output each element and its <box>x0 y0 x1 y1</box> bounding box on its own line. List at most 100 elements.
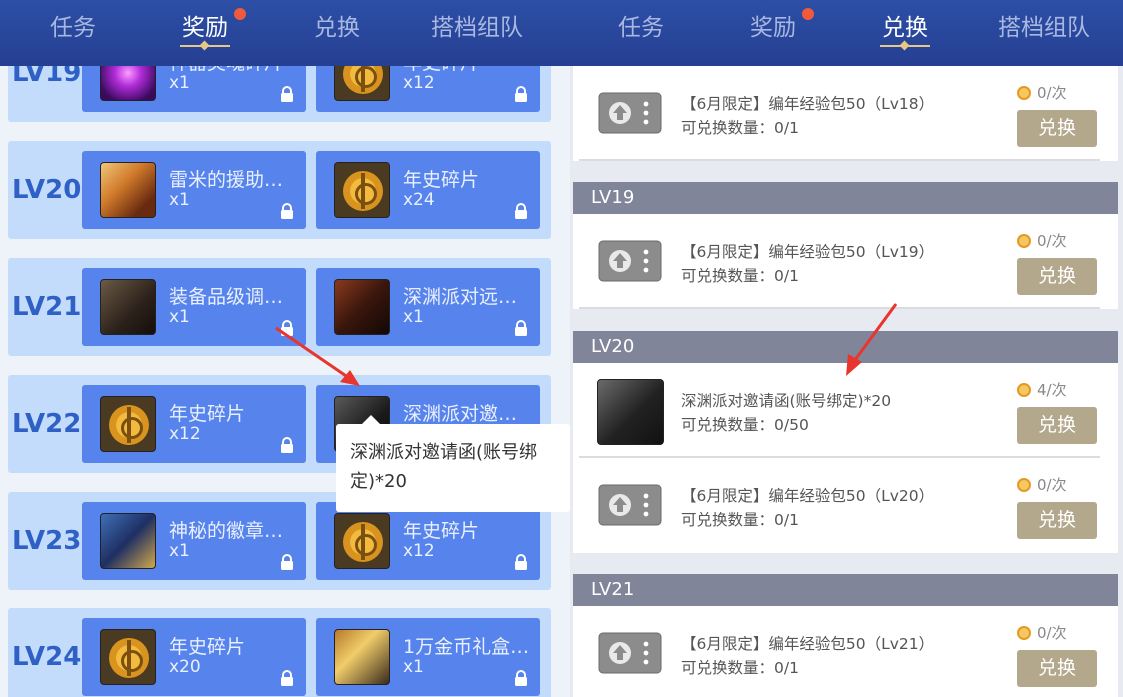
tab-tasks[interactable]: 任务 <box>616 8 666 42</box>
section-header: LV21 <box>573 574 1118 606</box>
reward-qty: x1 <box>169 73 190 93</box>
treasure-chest-icon <box>334 629 390 685</box>
coin-icon <box>100 629 156 685</box>
lock-icon <box>515 554 527 570</box>
exp-ticket-icon <box>598 632 662 674</box>
level-label: LV21 <box>12 292 82 322</box>
level-label: LV24 <box>12 642 82 672</box>
exchange-button[interactable]: 兑换 <box>1017 650 1097 687</box>
level-label: LV23 <box>12 526 82 556</box>
reward-qty: x12 <box>403 73 435 93</box>
coin-icon <box>1017 86 1031 100</box>
exp-ticket-icon <box>598 240 662 282</box>
top-nav: 任务 奖励 兑换 搭档组队 <box>0 0 570 66</box>
reward-qty: x1 <box>169 307 190 327</box>
badge-box-icon <box>100 513 156 569</box>
coin-icon <box>1017 478 1031 492</box>
reward-qty: x1 <box>403 307 424 327</box>
lock-icon <box>515 320 527 336</box>
exchange-limit: 可兑换数量：0/1 <box>681 267 799 285</box>
exchange-item-title: 【6月限定】编年经验包50（Lv20） <box>681 487 935 505</box>
hand-icon <box>100 162 156 218</box>
coin-icon <box>334 162 390 218</box>
exchange-limit: 可兑换数量：0/1 <box>681 511 799 529</box>
exchange-button[interactable]: 兑换 <box>1017 110 1097 147</box>
reward-card[interactable]: 雷米的援助礼盒 x1 <box>82 151 306 229</box>
exchange-list: 深渊派对邀请函(账号绑定)*20 可兑换数量：0/50 4/次 兑换 【6月限定… <box>573 363 1118 553</box>
exchange-button[interactable]: 兑换 <box>1017 502 1097 539</box>
tab-exchange[interactable]: 兑换 <box>312 8 362 42</box>
reward-name: 年史碎片 <box>169 636 246 658</box>
section-header: LV19 <box>573 182 1118 214</box>
lock-icon <box>281 203 293 219</box>
exchange-item: 【6月限定】编年经验包50（Lv20） 可兑换数量：0/1 0/次 兑换 <box>573 458 1118 553</box>
reward-name: 装备品级调整箱 <box>169 286 299 308</box>
exchange-button[interactable]: 兑换 <box>1017 258 1097 295</box>
exchange-cost: 0/次 <box>1017 622 1067 643</box>
reward-card[interactable]: 神秘的徽章礼盒 x1 <box>82 502 306 580</box>
reward-qty: x1 <box>403 657 424 677</box>
exchange-cost: 4/次 <box>1017 379 1067 400</box>
notification-badge <box>802 8 814 20</box>
reward-name: 深渊派对邀请函 <box>403 403 533 425</box>
cost-value: 0/次 <box>1037 84 1067 102</box>
reward-card[interactable]: 年史碎片 x12 <box>316 502 540 580</box>
exchange-item-title: 【6月限定】编年经验包50（Lv21） <box>681 635 935 653</box>
exchange-item: 【6月限定】编年经验包50（Lv21） 可兑换数量：0/1 0/次 兑换 <box>573 606 1118 697</box>
level-label: LV20 <box>12 175 82 205</box>
lock-icon <box>281 670 293 686</box>
active-tab-indicator <box>180 45 230 47</box>
coin-icon <box>100 396 156 452</box>
exchange-button[interactable]: 兑换 <box>1017 407 1097 444</box>
reward-card[interactable]: 年史碎片 x12 <box>82 385 306 463</box>
tab-rewards[interactable]: 奖励 <box>748 8 798 42</box>
reward-card[interactable]: 年史碎片 x20 <box>82 618 306 696</box>
divider <box>579 159 1100 161</box>
exchange-limit: 可兑换数量：0/1 <box>681 119 799 137</box>
exp-ticket-icon <box>598 484 662 526</box>
top-nav: 任务 奖励 兑换 搭档组队 <box>570 0 1123 66</box>
rewards-panel: 任务 奖励 兑换 搭档组队 LV19 神器灵魂碎片 x1 年史碎片 x12 LV… <box>0 0 570 697</box>
reward-name: 年史碎片 <box>403 169 480 191</box>
level-row: LV24 年史碎片 x20 1万金币礼盒（可交易） x1 <box>8 608 551 697</box>
tab-partner-team[interactable]: 搭档组队 <box>997 8 1091 42</box>
exchange-panel: 任务 奖励 兑换 搭档组队 【6月限定】编年经验包50（Lv18） 可兑换数量：… <box>570 0 1123 697</box>
coin-icon <box>1017 383 1031 397</box>
reward-qty: x20 <box>169 657 201 677</box>
cube-icon <box>100 279 156 335</box>
exchange-item-title: 深渊派对邀请函(账号绑定)*20 <box>681 392 892 410</box>
exchange-limit: 可兑换数量：0/50 <box>681 416 809 434</box>
reward-qty: x24 <box>403 190 435 210</box>
tab-exchange[interactable]: 兑换 <box>880 8 930 42</box>
tab-rewards[interactable]: 奖励 <box>180 8 230 42</box>
exchange-cost: 0/次 <box>1017 230 1067 251</box>
tab-partner-team[interactable]: 搭档组队 <box>430 8 524 42</box>
reward-tooltip: 深渊派对邀请函(账号绑定)*20 <box>336 415 570 512</box>
coin-icon <box>1017 626 1031 640</box>
exchange-list: 【6月限定】编年经验包50（Lv21） 可兑换数量：0/1 0/次 兑换 <box>573 606 1118 697</box>
lock-icon <box>281 86 293 102</box>
reward-qty: x12 <box>403 541 435 561</box>
tab-tasks[interactable]: 任务 <box>48 8 98 42</box>
cost-value: 4/次 <box>1037 381 1067 399</box>
lock-icon <box>515 670 527 686</box>
reward-card[interactable]: 1万金币礼盒（可交易） x1 <box>316 618 540 696</box>
cost-value: 0/次 <box>1037 624 1067 642</box>
coin-icon <box>334 513 390 569</box>
exchange-item-title: 【6月限定】编年经验包50（Lv18） <box>681 95 935 113</box>
reward-name: 年史碎片 <box>169 403 246 425</box>
reward-qty: x12 <box>169 424 201 444</box>
cost-value: 0/次 <box>1037 476 1067 494</box>
reward-qty: x1 <box>169 541 190 561</box>
exchange-list: 【6月限定】编年经验包50（Lv19） 可兑换数量：0/1 0/次 兑换 <box>573 214 1118 309</box>
reward-card[interactable]: 年史碎片 x24 <box>316 151 540 229</box>
pointer-arrow-icon <box>846 303 898 376</box>
reward-name: 年史碎片 <box>403 520 480 542</box>
exchange-limit: 可兑换数量：0/1 <box>681 659 799 677</box>
exchange-cost: 0/次 <box>1017 82 1067 103</box>
exchange-item-title: 【6月限定】编年经验包50（Lv19） <box>681 243 935 261</box>
notification-badge <box>234 8 246 20</box>
exchange-item: 【6月限定】编年经验包50（Lv19） 可兑换数量：0/1 0/次 兑换 <box>573 214 1118 309</box>
exchange-item: 【6月限定】编年经验包50（Lv18） 可兑换数量：0/1 0/次 兑换 <box>573 66 1118 161</box>
lock-icon <box>281 554 293 570</box>
